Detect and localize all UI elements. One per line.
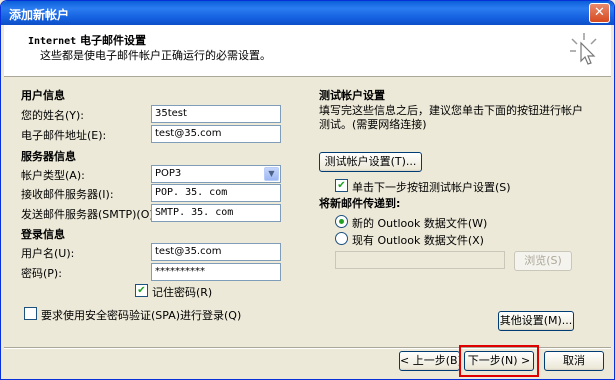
close-icon[interactable]: ✕ bbox=[589, 3, 610, 23]
browse-button[interactable]: 浏览(S) bbox=[514, 251, 572, 271]
account-type-select[interactable]: POP3 ▼ bbox=[151, 165, 281, 183]
add-account-dialog: 添加新帐户 ✕ Internet 电子邮件设置 这些都是使电子邮件帐户正确运行的… bbox=[0, 0, 615, 380]
incoming-server-label: 接收邮件服务器(I): bbox=[21, 188, 114, 201]
header-panel: Internet 电子邮件设置 这些都是使电子邮件帐户正确运行的必需设置。 bbox=[4, 25, 611, 77]
email-label: 电子邮件地址(E): bbox=[21, 129, 107, 142]
account-type-value: POP3 bbox=[155, 168, 182, 179]
username-label: 用户名(U): bbox=[21, 247, 75, 260]
back-button[interactable]: < 上一步(B) bbox=[399, 351, 462, 371]
name-label: 您的姓名(Y): bbox=[21, 109, 85, 122]
title-prefix: Internet bbox=[28, 36, 77, 47]
window-title: 添加新帐户 bbox=[9, 8, 70, 22]
new-data-file-radio[interactable] bbox=[335, 215, 348, 228]
remember-password-checkbox[interactable]: ✔ bbox=[135, 284, 148, 297]
password-field[interactable]: ********** bbox=[151, 263, 281, 281]
auto-test-checkbox[interactable]: ✔ bbox=[335, 179, 348, 192]
content-area: 用户信息 您的姓名(Y): 35test 电子邮件地址(E): test@35.… bbox=[4, 77, 611, 347]
auto-test-label: 单击下一步按钮测试帐户设置(S) bbox=[352, 181, 511, 194]
dialog-body: Internet 电子邮件设置 这些都是使电子邮件帐户正确运行的必需设置。 用户… bbox=[4, 25, 611, 377]
spa-checkbox[interactable] bbox=[24, 307, 37, 320]
name-field[interactable]: 35test bbox=[151, 105, 281, 123]
radio-selected-indicator bbox=[339, 219, 344, 224]
existing-data-file-label: 现有 Outlook 数据文件(X) bbox=[352, 234, 484, 247]
new-data-file-label: 新的 Outlook 数据文件(W) bbox=[352, 217, 488, 230]
existing-data-file-radio[interactable] bbox=[335, 232, 348, 245]
delivery-heading: 将新邮件传递到: bbox=[319, 197, 401, 210]
title-rest: 电子邮件设置 bbox=[76, 34, 147, 47]
user-info-heading: 用户信息 bbox=[21, 89, 65, 102]
next-button[interactable]: 下一步(N) > bbox=[464, 351, 534, 371]
account-type-label: 帐户类型(A): bbox=[21, 169, 85, 182]
incoming-server-field[interactable]: POP. 35. com bbox=[151, 184, 281, 202]
spa-label: 要求使用安全密码验证(SPA)进行登录(Q) bbox=[41, 309, 242, 322]
more-settings-button[interactable]: 其他设置(M)... bbox=[498, 311, 574, 331]
chevron-down-icon[interactable]: ▼ bbox=[264, 167, 279, 181]
click-cursor-icon bbox=[570, 33, 597, 65]
login-info-heading: 登录信息 bbox=[21, 228, 65, 241]
page-title: Internet 电子邮件设置 bbox=[28, 32, 146, 48]
remember-password-label: 记住密码(R) bbox=[152, 286, 213, 299]
page-subtitle: 这些都是使电子邮件帐户正确运行的必需设置。 bbox=[40, 49, 271, 62]
outgoing-server-field[interactable]: SMTP. 35. com bbox=[151, 204, 281, 222]
outgoing-server-label: 发送邮件服务器(SMTP)(O): bbox=[21, 208, 158, 221]
password-label: 密码(P): bbox=[21, 267, 62, 280]
title-bar[interactable]: 添加新帐户 ✕ bbox=[1, 1, 614, 25]
test-settings-description: 填写完这些信息之后，建议您单击下面的按钮进行帐户测试。(需要网络连接) bbox=[319, 104, 583, 131]
test-settings-heading: 测试帐户设置 bbox=[319, 89, 385, 102]
cancel-button[interactable]: 取消 bbox=[544, 351, 604, 371]
server-info-heading: 服务器信息 bbox=[21, 150, 76, 163]
username-field[interactable]: test@35.com bbox=[151, 243, 281, 261]
email-field[interactable]: test@35.com bbox=[151, 125, 281, 143]
test-account-button[interactable]: 测试帐户设置(T)... bbox=[319, 152, 422, 172]
data-file-path-field[interactable] bbox=[335, 251, 505, 269]
